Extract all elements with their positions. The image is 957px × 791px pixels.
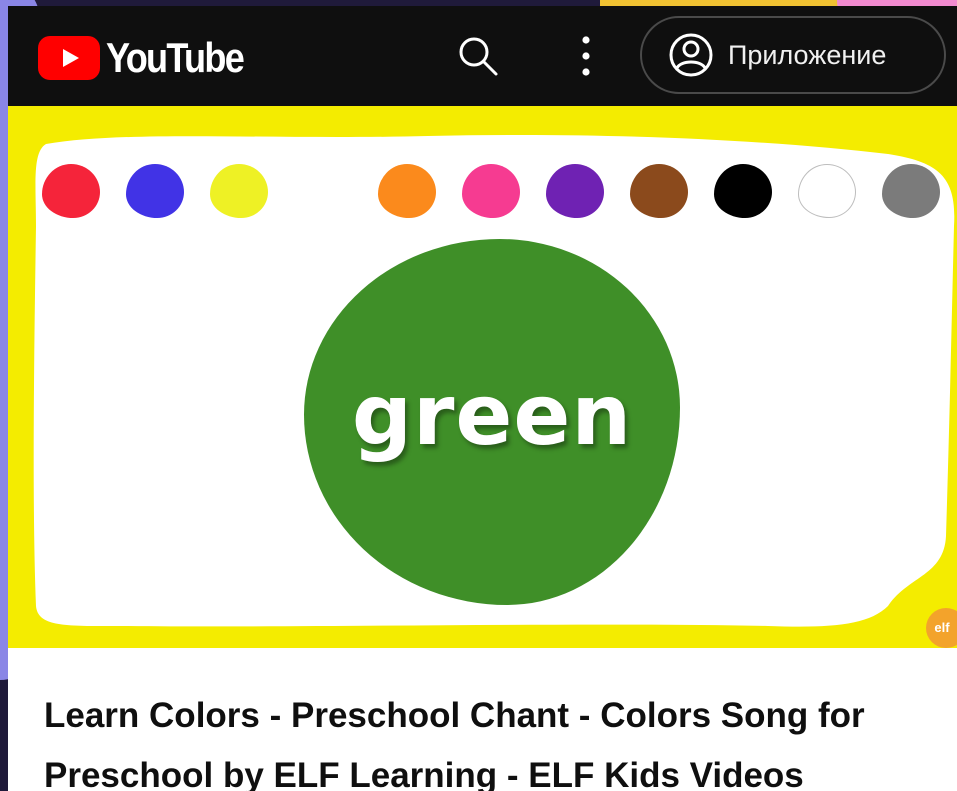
color-dot-orange [378, 164, 436, 218]
color-dot-white [798, 164, 856, 218]
open-app-button[interactable]: Приложение [640, 16, 946, 94]
top-app-bar: YouTube Приложение [8, 6, 957, 106]
youtube-logo-icon [38, 36, 100, 80]
color-dot-pink [462, 164, 520, 218]
color-dot-purple [546, 164, 604, 218]
color-dot-black [714, 164, 772, 218]
color-dot-yellow [210, 164, 268, 218]
more-vert-icon[interactable] [574, 34, 598, 78]
video-thumbnail[interactable]: green elf [8, 106, 957, 648]
color-dot-brown [630, 164, 688, 218]
youtube-logo[interactable]: YouTube [38, 34, 265, 82]
youtube-logo-text: YouTube [106, 34, 245, 81]
color-dot-red [42, 164, 100, 218]
featured-color-word: green [351, 366, 633, 464]
color-dot-blue [126, 164, 184, 218]
open-app-label: Приложение [728, 39, 887, 70]
video-title[interactable]: Learn Colors - Preschool Chant - Colors … [44, 686, 944, 791]
account-circle-icon [669, 33, 713, 77]
mobile-youtube-page: YouTube Приложение green elf Learn Color… [8, 6, 957, 791]
search-icon[interactable] [456, 34, 500, 78]
color-dot-gray [882, 164, 940, 218]
